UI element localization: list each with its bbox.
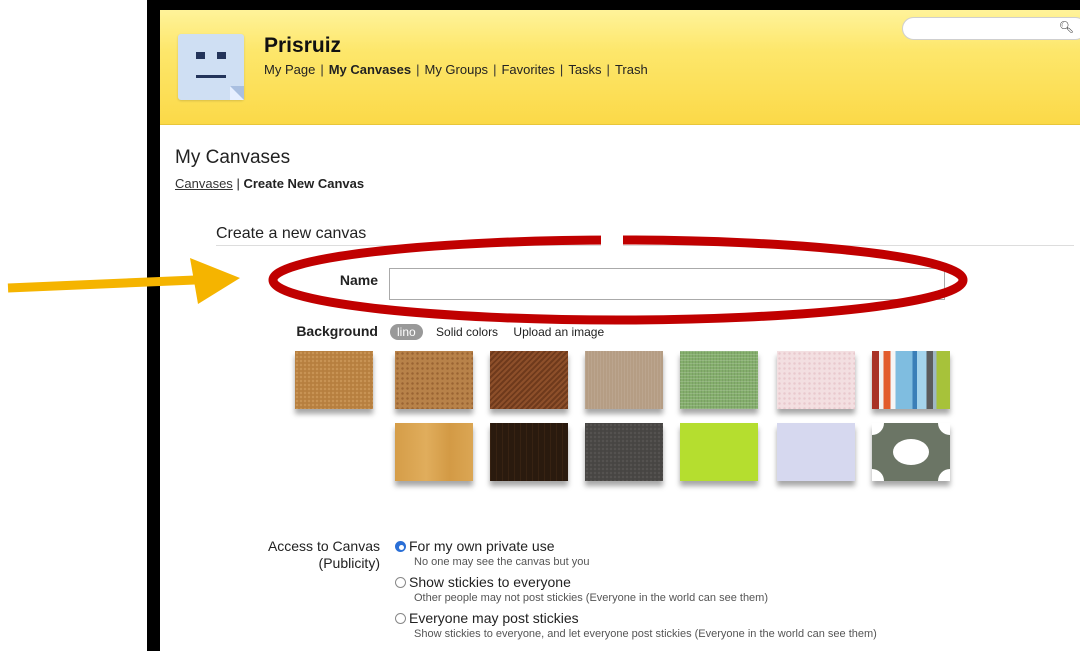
radio-everyone-post[interactable] xyxy=(395,613,406,624)
annotation-arrow xyxy=(7,258,240,304)
avatar-fold xyxy=(230,86,244,100)
access-option-private-desc: No one may see the canvas but you xyxy=(414,556,590,568)
swatch-dark-wood[interactable] xyxy=(490,423,568,481)
swatch-lime[interactable] xyxy=(680,423,758,481)
swatch-lavender[interactable] xyxy=(777,423,855,481)
main-nav: My Page | My Canvases | My Groups | Favorites |… xyxy=(264,62,648,77)
swatch-stripes[interactable] xyxy=(872,351,950,409)
swatch-dark-gray[interactable] xyxy=(585,423,663,481)
window-frame-top xyxy=(147,0,1080,10)
circle-pattern-graphic xyxy=(872,423,950,481)
search-input[interactable]: 🔍︎ xyxy=(902,17,1080,40)
nav-tasks[interactable]: Tasks xyxy=(568,62,601,77)
radio-show-everyone[interactable] xyxy=(395,577,406,588)
nav-my-page[interactable]: My Page xyxy=(264,62,315,77)
nav-trash[interactable]: Trash xyxy=(615,62,648,77)
avatar-eye-right xyxy=(217,52,226,59)
access-option-everyone-post[interactable]: Everyone may post stickies xyxy=(395,610,579,626)
nav-favorites[interactable]: Favorites xyxy=(501,62,554,77)
swatch-light-wood[interactable] xyxy=(395,423,473,481)
nav-my-groups[interactable]: My Groups xyxy=(424,62,488,77)
access-option-show-everyone[interactable]: Show stickies to everyone xyxy=(395,574,571,590)
avatar[interactable] xyxy=(178,34,244,100)
swatch-green-fabric[interactable] xyxy=(680,351,758,409)
breadcrumb-separator: | xyxy=(236,176,240,191)
window-frame-left xyxy=(147,0,160,651)
annotation-ellipse xyxy=(268,228,968,325)
swatch-circle-pattern[interactable] xyxy=(872,423,950,481)
nav-my-canvases[interactable]: My Canvases xyxy=(329,62,411,77)
access-option-show-everyone-desc: Other people may not post stickies (Ever… xyxy=(414,592,769,604)
search-icon[interactable]: 🔍︎ xyxy=(1059,20,1074,34)
breadcrumb-canvases-link[interactable]: Canvases xyxy=(175,176,233,191)
username[interactable]: Prisruiz xyxy=(264,34,341,58)
radio-private[interactable] xyxy=(395,541,406,552)
swatch-cork[interactable] xyxy=(295,351,373,409)
avatar-eye-left xyxy=(196,52,205,59)
swatch-cork-light[interactable] xyxy=(395,351,473,409)
site-header: Prisruiz My Page | My Canvases | My Groups | F… xyxy=(160,10,1080,125)
swatch-wood-diagonal[interactable] xyxy=(490,351,568,409)
access-option-private[interactable]: For my own private use xyxy=(395,538,555,554)
page-title: My Canvases xyxy=(175,147,291,168)
avatar-mouth xyxy=(196,75,226,78)
breadcrumb: Canvases | Create New Canvas xyxy=(175,176,364,191)
swatch-linen[interactable] xyxy=(585,351,663,409)
access-label: Access to Canvas (Publicity) xyxy=(267,538,380,571)
breadcrumb-current: Create New Canvas xyxy=(243,176,365,191)
swatch-pink-paper[interactable] xyxy=(777,351,855,409)
access-option-everyone-post-desc: Show stickies to everyone, and let every… xyxy=(414,628,877,640)
